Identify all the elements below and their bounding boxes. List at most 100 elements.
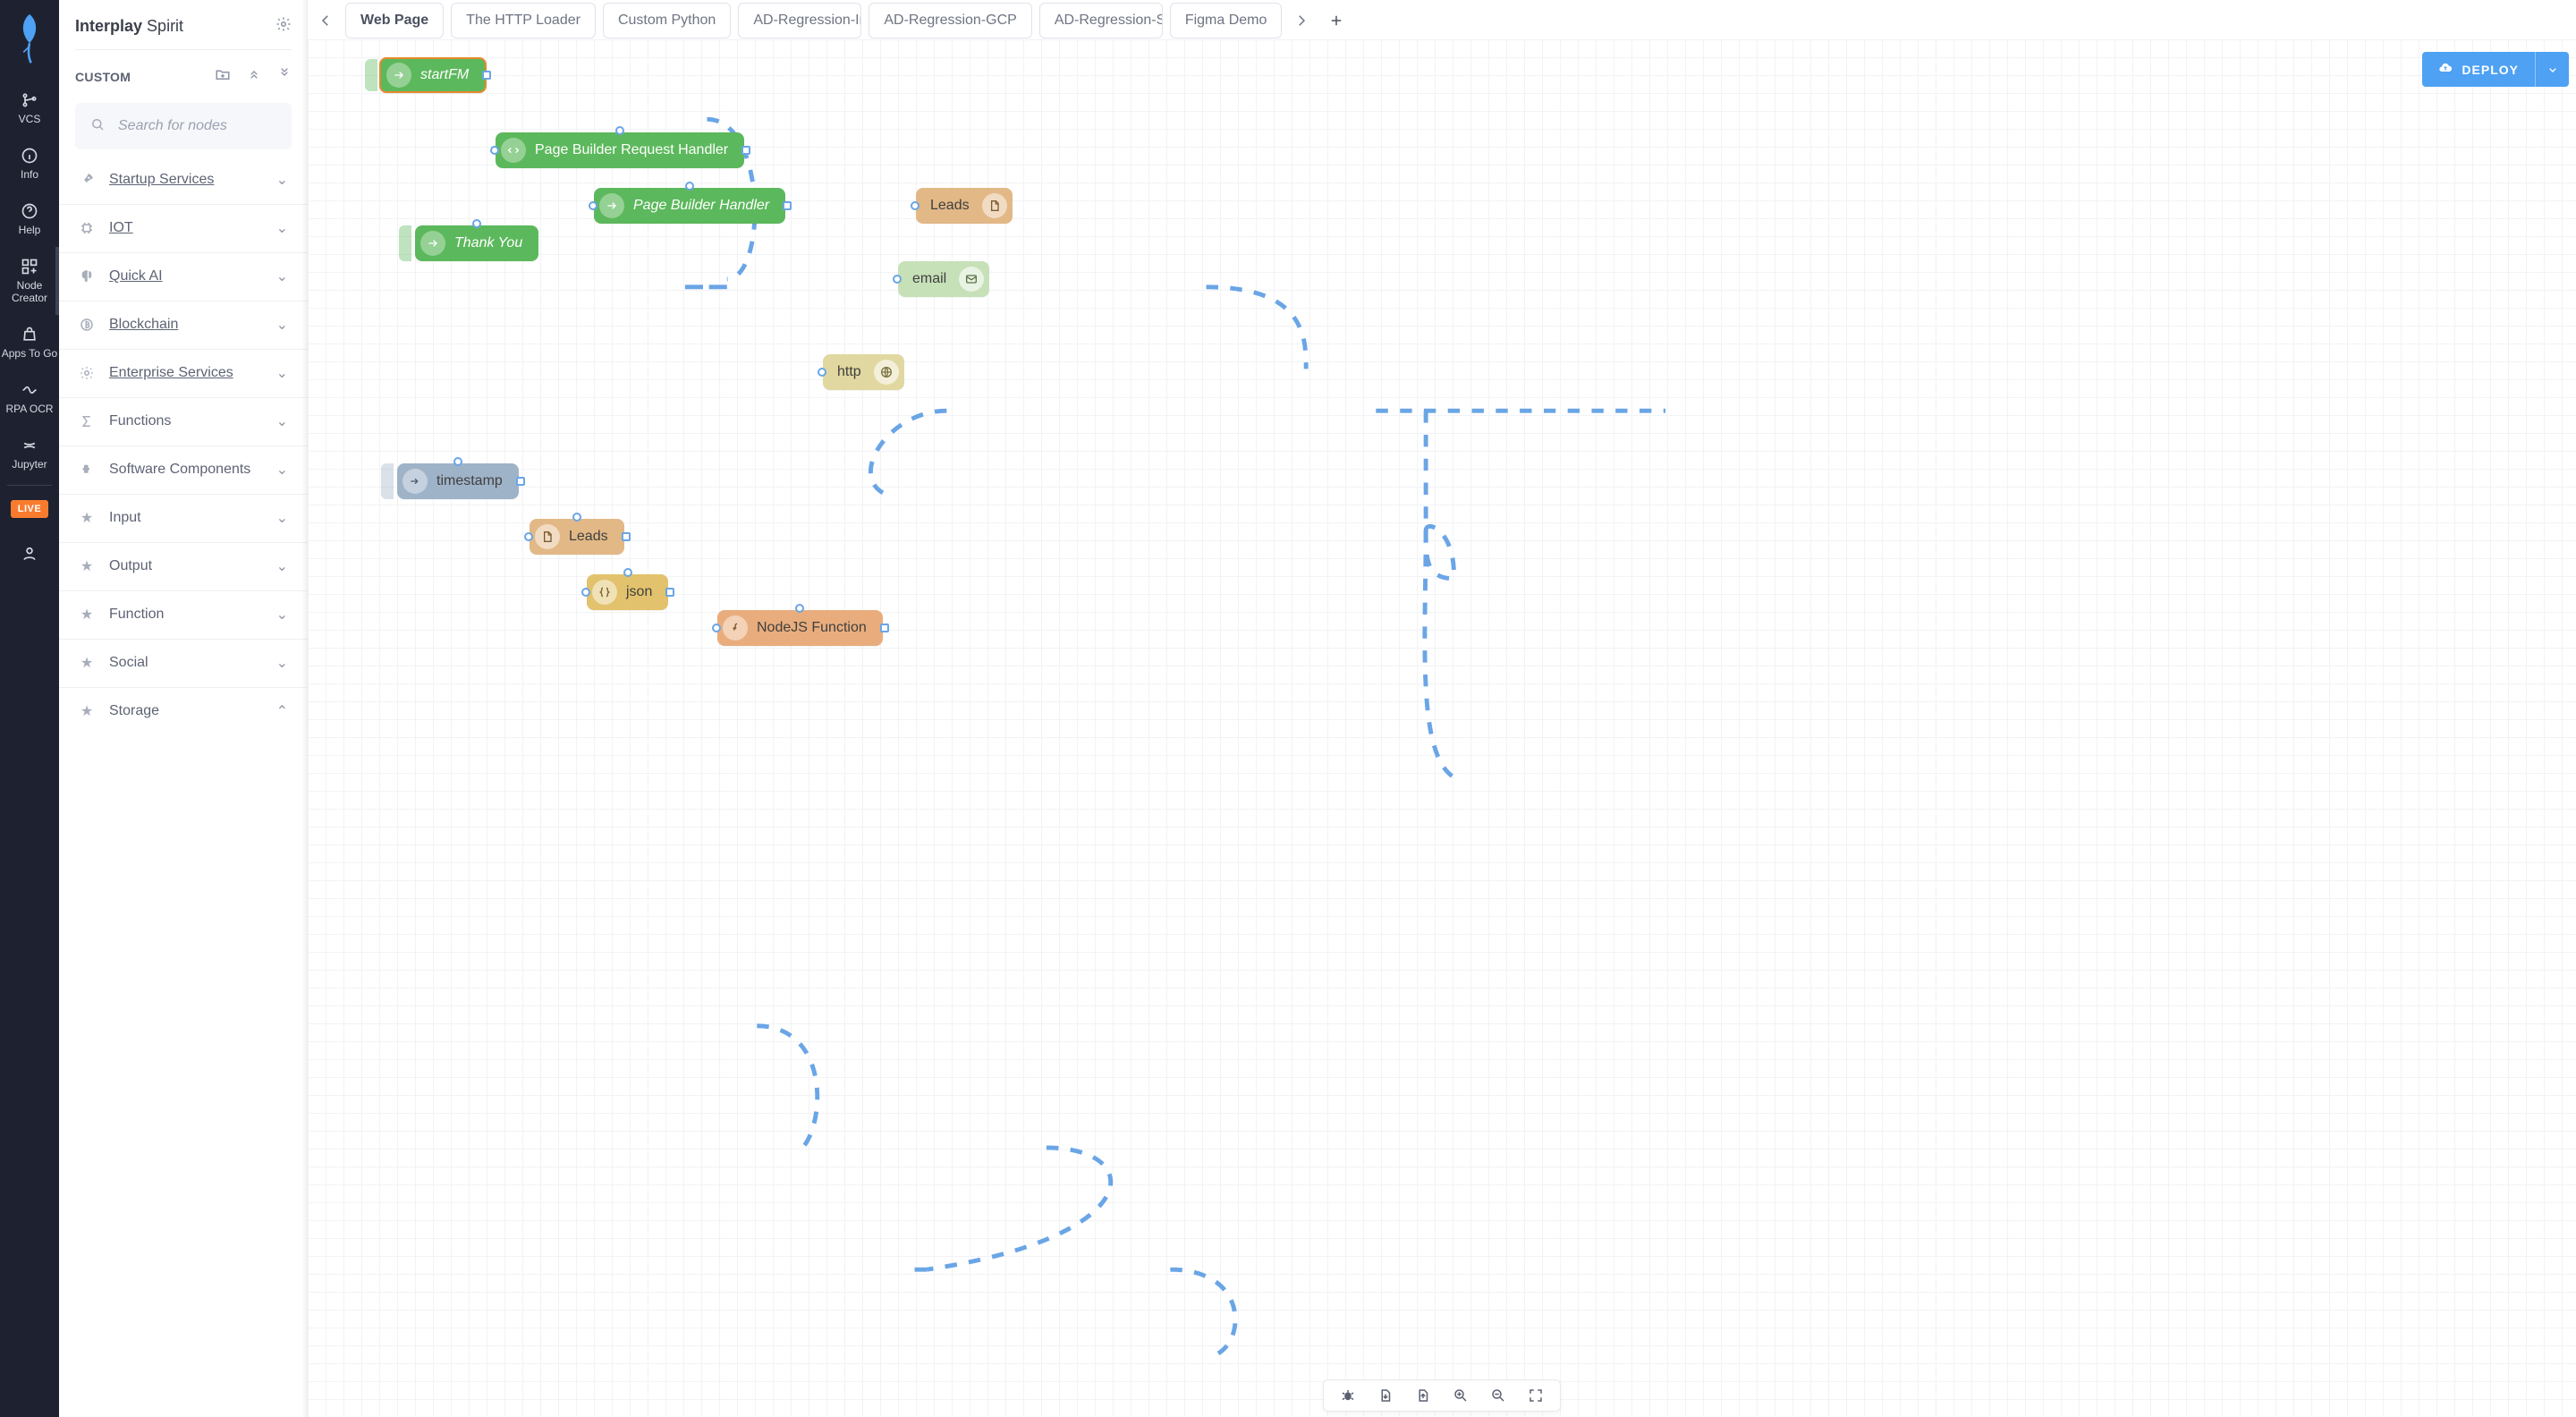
sidebar-header: Interplay Spirit [59,0,308,49]
rocket-icon [79,172,95,188]
port-out[interactable] [741,146,750,155]
search-input[interactable] [118,118,277,134]
function-icon [723,615,748,641]
handler-icon [501,138,526,163]
live-badge: LIVE [11,500,48,518]
node-page-builder-request-handler[interactable]: Page Builder Request Handler [496,132,744,168]
node-startfm[interactable]: startFM [379,57,487,93]
cat-functions[interactable]: Functions⌄ [59,397,308,445]
cat-startup-services[interactable]: Startup Services⌄ [59,157,308,204]
zoom-out-icon[interactable] [1490,1387,1506,1404]
node-nodejs-function[interactable]: NodeJS Function [717,610,883,646]
cat-function[interactable]: ★Function⌄ [59,590,308,639]
rail-item-user[interactable] [0,534,59,573]
cloud-upload-icon [2438,61,2453,78]
tab-add-icon[interactable] [1325,9,1348,32]
chevron-down-icon: ⌄ [276,606,288,624]
tab-custom-python[interactable]: Custom Python [603,3,731,38]
rail-item-apps-to-go[interactable]: Apps To Go [0,315,59,370]
node-page-builder-handler[interactable]: Page Builder Handler [594,188,785,224]
node-http[interactable]: http [823,354,904,390]
cat-quick-ai[interactable]: Quick AI⌄ [59,252,308,301]
port-out[interactable] [880,624,889,632]
cat-software-components[interactable]: Software Components⌄ [59,445,308,494]
cat-output[interactable]: ★Output⌄ [59,542,308,590]
tab-http-loader[interactable]: The HTTP Loader [451,3,596,38]
add-folder-icon[interactable] [215,66,231,87]
rail-item-jupyter[interactable]: Jupyter [0,426,59,481]
rail-item-rpa-ocr[interactable]: RPA OCR [0,370,59,426]
rail-label: RPA OCR [5,403,53,415]
port-top[interactable] [472,219,481,228]
cat-social[interactable]: ★Social⌄ [59,639,308,687]
chevron-down-icon: ⌄ [276,412,288,430]
port-out[interactable] [482,71,491,80]
port-top[interactable] [795,604,804,613]
help-icon [21,202,38,220]
node-timestamp[interactable]: timestamp [397,463,519,499]
node-handle[interactable] [399,225,411,261]
cat-storage[interactable]: ★Storage⌃ [59,687,308,735]
category-list: Startup Services⌄ IOT⌄ Quick AI⌄ Blockch… [59,157,308,1417]
port-top[interactable] [615,126,624,135]
rail-item-info[interactable]: Info [0,136,59,191]
port-in[interactable] [581,588,590,597]
port-in[interactable] [524,532,533,541]
grid-add-icon [21,258,38,276]
port-out[interactable] [665,588,674,597]
rail-item-node-creator[interactable]: Node Creator [0,247,59,315]
port-out[interactable] [516,477,525,486]
tab-ad-regression-gcp[interactable]: AD-Regression-GCP [869,3,1031,38]
export-icon[interactable] [1415,1387,1431,1404]
info-icon [21,147,38,165]
cat-enterprise-services[interactable]: Enterprise Services⌄ [59,349,308,397]
tab-figma-demo[interactable]: Figma Demo [1170,3,1283,38]
inject-icon [402,469,428,494]
tab-web-page[interactable]: Web Page [345,3,444,38]
deploy-menu-button[interactable] [2535,52,2569,87]
cat-blockchain[interactable]: Blockchain⌄ [59,301,308,349]
port-in[interactable] [818,368,826,377]
node-thank-you[interactable]: Thank You [415,225,538,261]
node-email[interactable]: email [898,261,989,297]
port-out[interactable] [622,532,631,541]
node-leads-top[interactable]: Leads [916,188,1013,224]
fullscreen-icon[interactable] [1528,1387,1544,1404]
port-in[interactable] [911,201,919,210]
app-logo [14,13,45,66]
chevron-down-icon: ⌄ [276,364,288,382]
tab-ad-regression-sage[interactable]: AD-Regression-Sage [1039,3,1163,38]
gear-icon[interactable] [275,16,292,37]
expand-all-icon[interactable] [277,66,292,87]
zoom-in-icon[interactable] [1453,1387,1469,1404]
rail-item-help[interactable]: Help [0,191,59,247]
rail-item-vcs[interactable]: VCS [0,81,59,136]
port-in[interactable] [712,624,721,632]
tabs-prev-icon[interactable] [313,8,338,33]
node-json[interactable]: json [587,574,668,610]
node-leads-bottom[interactable]: Leads [530,519,624,555]
port-top[interactable] [685,182,694,191]
collapse-all-icon[interactable] [247,66,261,87]
tabs-next-icon[interactable] [1289,8,1314,33]
port-out[interactable] [783,201,792,210]
import-icon[interactable] [1377,1387,1394,1404]
port-in[interactable] [490,146,499,155]
bitcoin-icon [79,317,95,333]
star-icon: ★ [79,655,95,671]
debug-icon[interactable] [1340,1387,1356,1404]
cat-input[interactable]: ★Input⌄ [59,494,308,542]
port-in[interactable] [589,201,597,210]
rail-item-live[interactable]: LIVE [0,489,59,529]
port-top[interactable] [572,513,581,522]
search-box[interactable] [75,103,292,149]
port-top[interactable] [453,457,462,466]
deploy-button[interactable]: DEPLOY [2422,52,2535,87]
node-handle[interactable] [381,463,394,499]
cat-iot[interactable]: IOT⌄ [59,204,308,252]
node-handle[interactable] [365,59,377,91]
flow-canvas[interactable]: startFM Page Builder Request Handler Pag… [308,39,2576,1417]
tab-ad-regression-inter[interactable]: AD-Regression-Inter [738,3,861,38]
port-top[interactable] [623,568,632,577]
port-in[interactable] [893,275,902,284]
